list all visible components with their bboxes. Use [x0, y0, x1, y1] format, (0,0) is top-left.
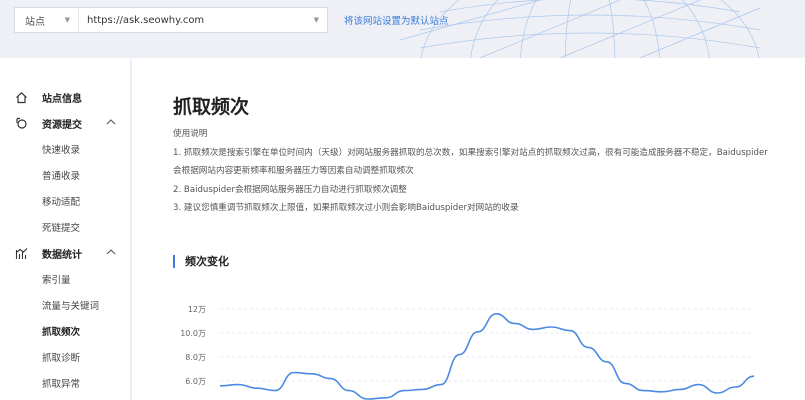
link-icon: [14, 116, 28, 130]
y-tick-label: 6.0万: [185, 377, 206, 386]
y-tick-label: 10.0万: [180, 329, 206, 338]
top-bar: 站点 ▼ https://ask.seowhy.com ▼ 将该网站设置为默认站…: [0, 0, 805, 58]
site-url-dropdown[interactable]: https://ask.seowhy.com ▼: [79, 8, 327, 32]
home-icon: [14, 90, 28, 104]
sidebar-item-normal-index[interactable]: 普通收录: [0, 162, 130, 188]
description-line: 1. 抓取频次是搜索引擎在单位时间内（天级）对网站服务器抓取的总次数，如果搜索引…: [173, 147, 768, 158]
sidebar-item-traffic-keywords[interactable]: 流量与关键词: [0, 292, 130, 318]
chevron-up-icon: [106, 119, 116, 125]
sidebar-group-label: 资源提交: [42, 119, 82, 131]
set-default-site-link[interactable]: 将该网站设置为默认站点: [344, 13, 449, 27]
globe-decoration: [399, 0, 761, 58]
sidebar-item-index-volume[interactable]: 索引量: [0, 266, 130, 292]
sidebar: 站点信息 资源提交 快速收录 普通收录 移动适配 死链提交 数据统计 索引量 流…: [0, 58, 131, 400]
description-line: 会根据网站内容更新频率和服务器压力等因素自动调整抓取频次: [173, 166, 414, 176]
main-content: 抓取频次 使用说明 1. 抓取频次是搜索引擎在单位时间内（天级）对网站服务器抓取…: [132, 58, 805, 400]
frequency-line-chart: 12万 10.0万 8.0万 6.0万: [180, 305, 755, 400]
site-selector: 站点 ▼ https://ask.seowhy.com ▼: [14, 7, 328, 33]
chevron-down-icon: ▼: [313, 16, 319, 24]
sidebar-item-crawl-diagnosis[interactable]: 抓取诊断: [0, 344, 130, 370]
sidebar-item-crawl-frequency[interactable]: 抓取频次: [0, 318, 130, 344]
site-url-label: https://ask.seowhy.com: [87, 14, 205, 26]
chevron-down-icon: ▼: [64, 16, 70, 24]
section-title: 频次变化: [173, 255, 229, 268]
sidebar-group-resource-submit[interactable]: 资源提交: [0, 110, 130, 136]
y-tick-label: 8.0万: [185, 353, 206, 362]
usage-description: 使用说明 1. 抓取频次是搜索引擎在单位时间内（天级）对网站服务器抓取的总次数，…: [173, 125, 805, 218]
sidebar-item-dead-link[interactable]: 死链提交: [0, 214, 130, 240]
y-tick-label: 12万: [188, 305, 206, 314]
page-title: 抓取频次: [173, 96, 250, 118]
chart-icon: [14, 246, 28, 260]
sidebar-group-label: 数据统计: [42, 249, 82, 261]
sidebar-group-label: 站点信息: [42, 93, 82, 105]
series-line: [219, 312, 755, 400]
chevron-up-icon: [106, 249, 116, 255]
site-type-dropdown[interactable]: 站点 ▼: [15, 8, 79, 32]
sidebar-item-mobile-adapt[interactable]: 移动适配: [0, 188, 130, 214]
sidebar-item-crawl-errors[interactable]: 抓取异常: [0, 370, 130, 396]
description-line: 3. 建议您慎重调节抓取频次上限值，如果抓取频次过小则会影响Baiduspide…: [173, 203, 519, 213]
description-line: 使用说明: [173, 129, 208, 139]
sidebar-item-quick-index[interactable]: 快速收录: [0, 136, 130, 162]
sidebar-group-site-info[interactable]: 站点信息: [0, 84, 130, 110]
site-type-label: 站点: [25, 16, 45, 28]
sidebar-group-data-stats[interactable]: 数据统计: [0, 240, 130, 266]
description-line: 2. Baiduspider会根据网站服务器压力自动进行抓取频次调整: [173, 184, 407, 195]
